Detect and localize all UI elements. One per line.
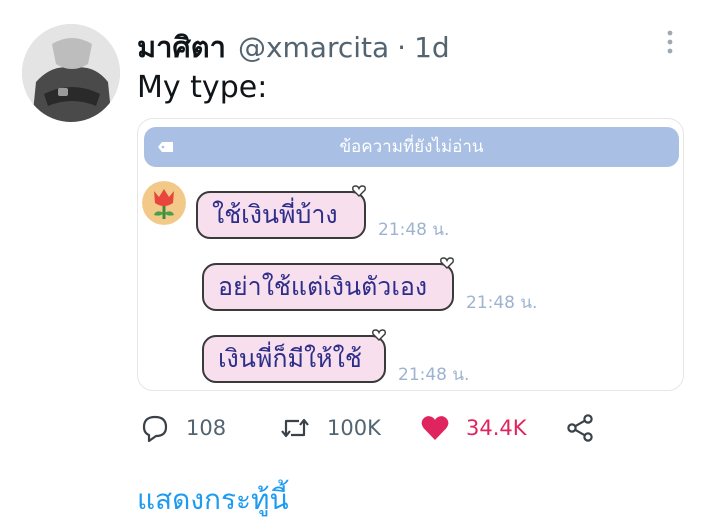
chat-bubble: ใช้เงินพี่บ้าง: [196, 191, 366, 239]
chat-bubble: เงินพี่ก็มีให้ใช้: [202, 335, 386, 383]
reply-count: 108: [186, 416, 227, 440]
chat-message-text: เงินพี่ก็มีให้ใช้: [218, 344, 362, 373]
tweet-timestamp[interactable]: 1d: [414, 31, 450, 64]
avatar[interactable]: [22, 24, 120, 122]
chat-message-text: ใช้เงินพี่บ้าง: [212, 200, 338, 229]
retweet-button[interactable]: 100K: [279, 408, 381, 448]
reply-icon: [142, 415, 168, 443]
like-count: 34.4K: [466, 416, 527, 440]
tweet-actions: 108 100K 34.4K: [137, 408, 607, 448]
bubble-heart-icon: [372, 329, 386, 341]
bubble-heart-icon: [352, 185, 366, 197]
more-vertical-icon[interactable]: [660, 28, 680, 56]
unread-banner: ข้อความที่ยังไม่อ่าน: [144, 127, 679, 167]
reply-button[interactable]: 108: [140, 408, 226, 448]
tweet: มาศิตา @xmarcita · 1d My type: ข้อความที…: [0, 0, 705, 522]
retweet-icon: [281, 418, 309, 438]
chat-message-text: อย่าใช้แต่เงินตัวเอง: [218, 272, 428, 301]
show-thread-link[interactable]: แสดงกระทู้นี้: [137, 478, 289, 522]
tweet-text: My type:: [137, 70, 268, 105]
retweet-count: 100K: [327, 416, 381, 440]
unread-banner-text: ข้อความที่ยังไม่อ่าน: [339, 137, 484, 157]
chat-avatar: [142, 181, 186, 225]
author-handle[interactable]: @xmarcita: [238, 31, 389, 64]
separator-dot: ·: [397, 31, 407, 64]
message-time: 21:48 น.: [466, 293, 538, 313]
tweet-media-image[interactable]: ข้อความที่ยังไม่อ่าน ใช้เงินพี่บ้าง 21:4…: [137, 118, 684, 391]
bubble-heart-icon: [440, 257, 454, 269]
message-time: 21:48 น.: [378, 220, 450, 240]
avatar-image: [22, 24, 120, 122]
share-icon: [567, 414, 593, 442]
flower-icon: [142, 181, 186, 225]
tweet-header: มาศิตา @xmarcita · 1d: [137, 24, 450, 64]
chat-bubble: อย่าใช้แต่เงินตัวเอง: [202, 263, 454, 311]
message-time: 21:48 น.: [398, 365, 470, 385]
author-name[interactable]: มาศิตา: [137, 24, 226, 70]
like-button[interactable]: 34.4K: [420, 408, 527, 448]
share-button[interactable]: [565, 408, 595, 448]
heart-icon: [421, 416, 449, 440]
